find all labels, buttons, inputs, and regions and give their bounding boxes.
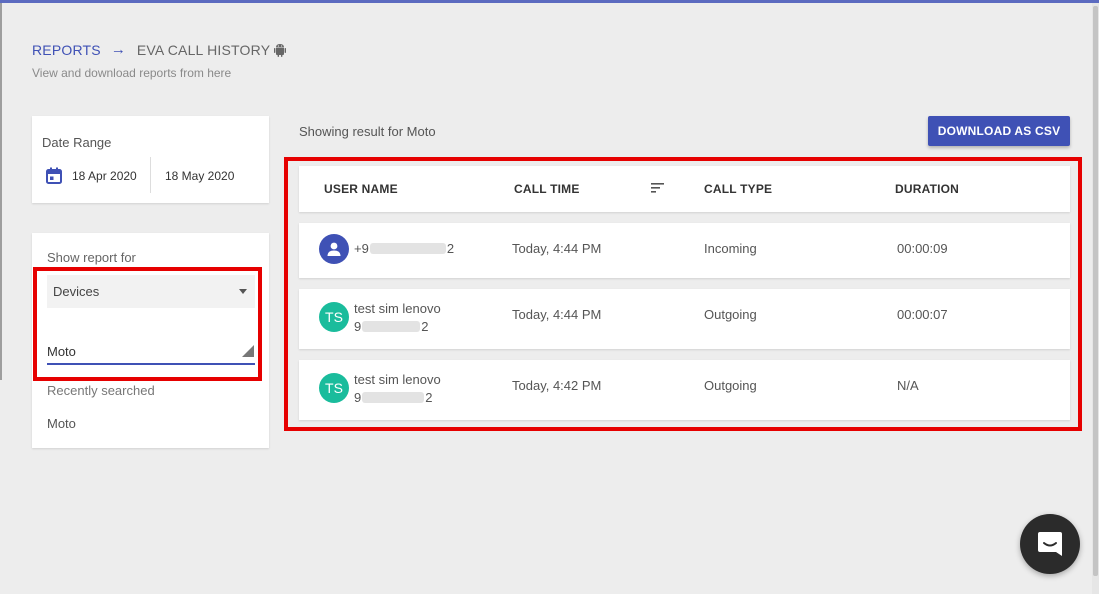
table-row[interactable]: TS test sim lenovo 9 2 Today, 4:42 PM Ou… <box>299 360 1070 420</box>
sort-icon[interactable] <box>651 181 665 199</box>
column-header-duration[interactable]: DURATION <box>895 182 959 196</box>
call-time-cell: Today, 4:44 PM <box>512 307 602 322</box>
table-row[interactable]: +9 2 Today, 4:44 PM Incoming 00:00:09 <box>299 223 1070 278</box>
date-from-picker[interactable]: 18 Apr 2020 <box>46 167 137 184</box>
page-scrollbar[interactable] <box>1092 3 1099 594</box>
breadcrumb-current: EVA CALL HISTORY <box>136 41 271 58</box>
phone-suffix: 2 <box>446 241 455 256</box>
phone-suffix: 2 <box>425 390 433 405</box>
phone-number: 9 2 <box>354 319 428 334</box>
report-type-value: Devices <box>53 284 100 299</box>
column-header-call-type[interactable]: CALL TYPE <box>704 182 772 196</box>
caret-down-icon <box>239 289 247 294</box>
avatar <box>319 234 349 264</box>
recently-searched-label: Recently searched <box>47 383 155 398</box>
user-name: test sim lenovo <box>354 301 441 316</box>
recent-search-item[interactable]: Moto <box>47 416 76 431</box>
table-header: USER NAME CALL TIME CALL TYPE DURATION <box>299 166 1070 212</box>
column-header-user-name[interactable]: USER NAME <box>324 182 398 196</box>
phone-number: +9 2 <box>354 241 454 256</box>
avatar: TS <box>319 302 349 332</box>
resize-grip-icon[interactable] <box>242 345 254 357</box>
page-subtitle: View and download reports from here <box>32 66 232 80</box>
chat-icon <box>1038 532 1062 556</box>
call-type-cell: Outgoing <box>704 378 757 393</box>
column-header-call-time[interactable]: CALL TIME <box>514 182 580 196</box>
date-range-divider <box>150 157 151 193</box>
phone-number: 9 2 <box>354 390 432 405</box>
duration-cell: 00:00:09 <box>897 241 948 256</box>
report-filter-card: Show report for Devices Moto Recently se… <box>32 233 269 448</box>
date-range-card: Date Range 18 Apr 2020 18 May 2020 <box>32 116 269 203</box>
breadcrumb-reports-link[interactable]: REPORTS <box>32 42 101 58</box>
date-range-label: Date Range <box>42 135 112 150</box>
breadcrumb-arrow-icon: → <box>110 41 126 58</box>
user-name: test sim lenovo <box>354 372 441 387</box>
date-to-picker[interactable]: 18 May 2020 <box>165 169 234 183</box>
report-filter-label: Show report for <box>47 250 136 265</box>
table-row[interactable]: TS test sim lenovo 9 2 Today, 4:44 PM Ou… <box>299 289 1070 349</box>
avatar: TS <box>319 373 349 403</box>
calendar-icon[interactable] <box>46 167 62 184</box>
redacted-phone <box>362 321 421 332</box>
call-type-cell: Outgoing <box>704 307 757 322</box>
call-time-cell: Today, 4:42 PM <box>512 378 602 393</box>
report-type-select[interactable]: Devices <box>47 275 255 308</box>
top-accent-bar <box>0 0 1099 3</box>
redacted-phone <box>362 392 425 403</box>
breadcrumb: REPORTS → EVA CALL HISTORY <box>32 41 287 58</box>
phone-prefix: +9 <box>354 241 369 256</box>
left-edge-divider <box>0 3 2 380</box>
phone-prefix: 9 <box>354 319 362 334</box>
device-search-input[interactable]: Moto <box>47 337 255 365</box>
phone-suffix: 2 <box>421 319 429 334</box>
duration-cell: 00:00:07 <box>897 307 948 322</box>
redacted-phone <box>369 243 446 254</box>
showing-result-text: Showing result for Moto <box>299 124 436 139</box>
page-scrollbar-thumb[interactable] <box>1093 6 1098 576</box>
phone-prefix: 9 <box>354 390 362 405</box>
call-type-cell: Incoming <box>704 241 757 256</box>
person-icon <box>327 242 341 256</box>
device-search-value: Moto <box>47 344 76 359</box>
android-icon <box>274 43 287 57</box>
duration-cell: N/A <box>897 378 919 393</box>
chat-launcher-button[interactable] <box>1020 514 1080 574</box>
call-time-cell: Today, 4:44 PM <box>512 241 602 256</box>
download-csv-button[interactable]: DOWNLOAD AS CSV <box>928 116 1070 146</box>
date-from-value: 18 Apr 2020 <box>72 168 137 183</box>
